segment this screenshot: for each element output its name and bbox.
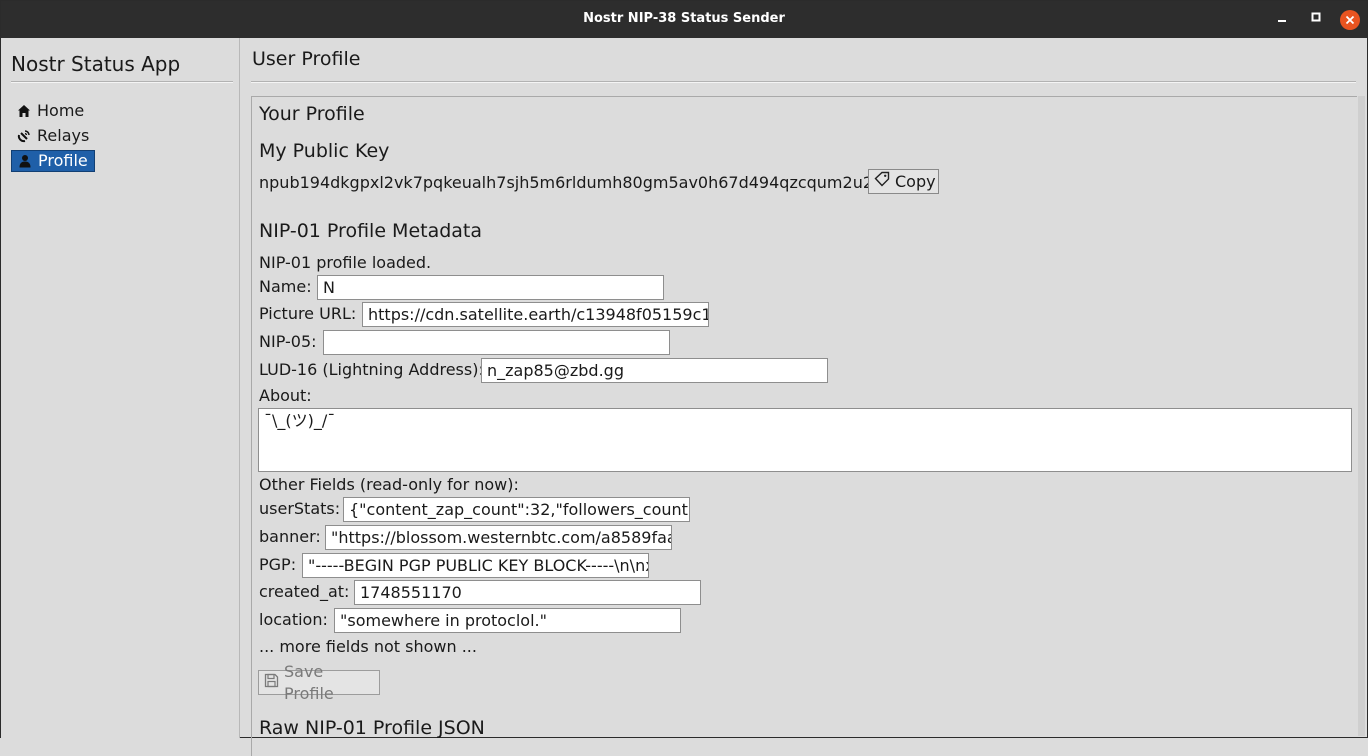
section-title: Your Profile	[259, 103, 365, 125]
sidebar-app-title: Nostr Status App	[11, 52, 181, 76]
about-label: About:	[259, 386, 312, 405]
created-at-field[interactable]: 1748551170	[354, 580, 701, 605]
lud16-input[interactable]: n_zap85@zbd.gg	[481, 358, 828, 383]
other-fields-heading: Other Fields (read-only for now):	[259, 475, 519, 494]
name-label: Name:	[259, 277, 312, 296]
picture-url-input[interactable]: https://cdn.satellite.earth/c13948f05159…	[362, 302, 709, 327]
lud16-label: LUD-16 (Lightning Address):	[259, 360, 484, 379]
satellite-icon	[17, 129, 31, 143]
app-window: Nostr NIP-38 Status Sender Nostr Status …	[0, 0, 1368, 756]
window-title: Nostr NIP-38 Status Sender	[583, 11, 785, 26]
page-title-divider	[251, 81, 1356, 83]
copy-button[interactable]: Copy	[868, 169, 939, 194]
save-profile-button[interactable]: Save Profile	[258, 662, 380, 703]
vertical-scrollbar[interactable]	[1358, 96, 1365, 736]
title-bar: Nostr NIP-38 Status Sender	[1, 1, 1367, 38]
save-profile-label: Save Profile	[284, 661, 334, 703]
pgp-field[interactable]: "-----BEGIN PGP PUBLIC KEY BLOCK-----\n\…	[302, 553, 649, 578]
name-input[interactable]: N	[317, 275, 664, 300]
public-key-value: npub194dkgpxl2vk7pqkeualh7sjh5m6rldumh80…	[259, 173, 884, 192]
created-at-label: created_at:	[259, 582, 350, 601]
minimize-icon[interactable]	[1272, 10, 1292, 30]
nip05-input[interactable]	[323, 330, 670, 355]
banner-label: banner:	[259, 527, 321, 546]
metadata-heading: NIP-01 Profile Metadata	[259, 220, 483, 242]
userstats-label: userStats:	[259, 499, 341, 518]
sidebar: Nostr Status App Home Relays Profile	[1, 38, 240, 738]
raw-json-heading: Raw NIP-01 Profile JSON	[259, 717, 485, 739]
picture-url-label: Picture URL:	[259, 304, 357, 323]
metadata-status: NIP-01 profile loaded.	[259, 253, 432, 272]
pgp-label: PGP:	[259, 555, 297, 574]
about-textarea[interactable]: ¯\_(ツ)_/¯	[258, 408, 1352, 472]
more-fields-note: ... more fields not shown ...	[259, 637, 477, 656]
banner-field[interactable]: "https://blossom.westernbtc.com/a8589faa…	[325, 525, 672, 550]
copy-button-label: Copy	[895, 171, 936, 191]
location-field[interactable]: "somewhere in protoclol."	[334, 608, 681, 633]
main-content: User Profile Your Profile My Public Key …	[241, 38, 1367, 756]
sidebar-item-relays[interactable]: Relays	[11, 125, 95, 147]
close-icon[interactable]	[1340, 10, 1360, 30]
nip05-label: NIP-05:	[259, 332, 317, 351]
sidebar-item-label: Relays	[37, 126, 90, 145]
home-icon	[17, 104, 31, 118]
sidebar-item-home[interactable]: Home	[11, 100, 90, 122]
public-key-heading: My Public Key	[259, 140, 390, 162]
save-icon	[264, 672, 279, 694]
sidebar-item-profile[interactable]: Profile	[11, 150, 95, 172]
profile-panel: Your Profile My Public Key npub194dkgpxl…	[251, 96, 1357, 756]
user-icon	[18, 154, 32, 168]
maximize-icon[interactable]	[1306, 10, 1326, 30]
userstats-field[interactable]: {"content_zap_count":32,"followers_count…	[343, 497, 690, 522]
sidebar-divider	[11, 81, 233, 83]
sidebar-item-label: Profile	[38, 151, 88, 170]
tag-icon	[874, 171, 890, 193]
sidebar-item-label: Home	[37, 101, 85, 120]
page-title: User Profile	[252, 48, 361, 70]
location-label: location:	[259, 610, 328, 629]
